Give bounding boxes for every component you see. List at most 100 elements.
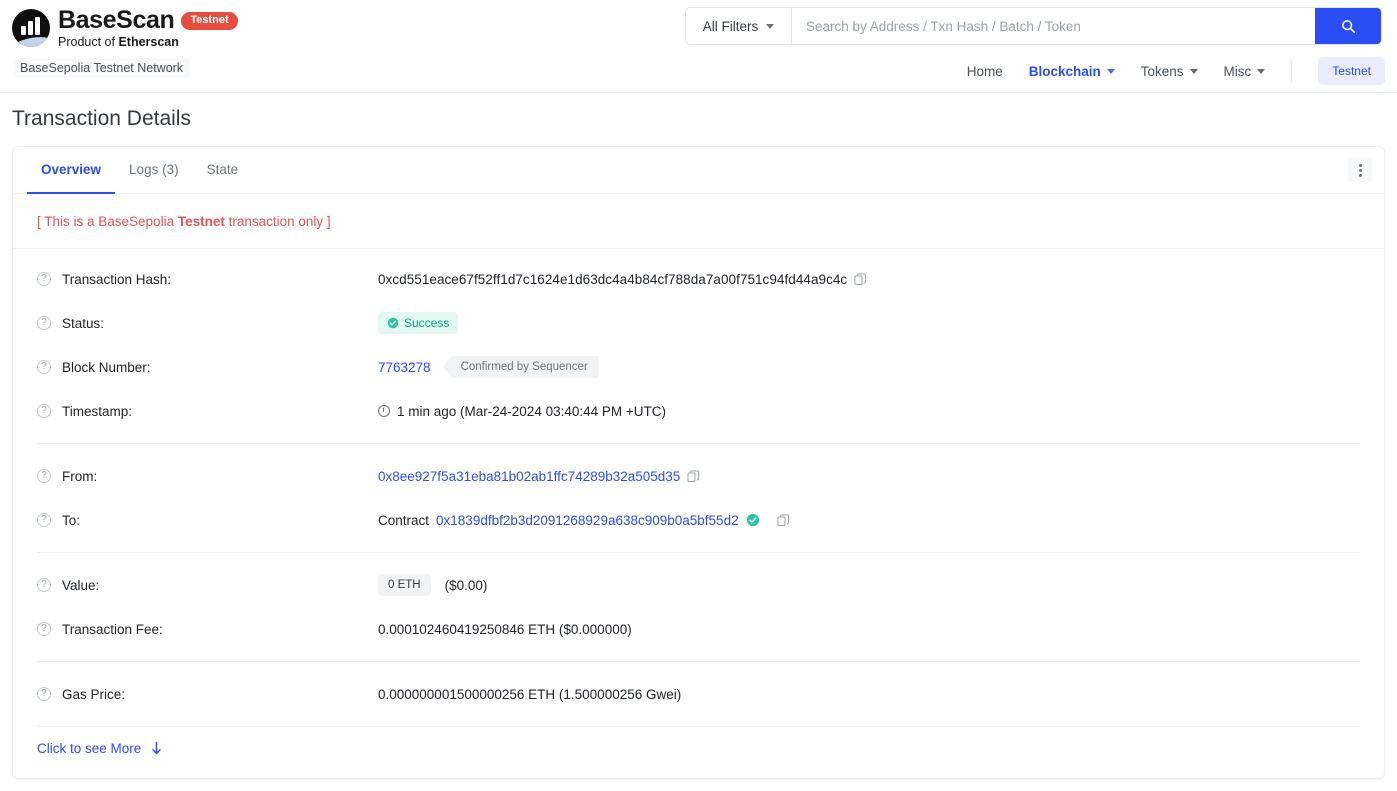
nav-item-tokens[interactable]: Tokens <box>1141 64 1198 79</box>
label-text: To: <box>62 512 81 528</box>
brand-subtitle: Product of Etherscan <box>58 36 238 49</box>
site-header: BaseScan Testnet Product of Etherscan Ba… <box>0 0 1397 93</box>
tab-logs[interactable]: Logs (3) <box>115 147 193 193</box>
search-input[interactable] <box>792 8 1315 44</box>
status-label: Success <box>404 316 450 330</box>
row-label-transaction-hash: ? Transaction Hash: <box>37 272 378 287</box>
network-label: BaseSepolia Testnet Network <box>14 58 190 78</box>
chevron-down-icon <box>1189 68 1198 74</box>
help-icon[interactable]: ? <box>37 360 51 374</box>
clock-icon <box>378 405 390 417</box>
label-text: Status: <box>62 315 105 331</box>
nav-item-home[interactable]: Home <box>967 64 1003 79</box>
search-bar: All Filters <box>685 7 1382 45</box>
help-icon[interactable]: ? <box>37 404 51 418</box>
nav-item-blockchain[interactable]: Blockchain <box>1029 64 1115 79</box>
nav-item-blockchain-label: Blockchain <box>1028 63 1101 79</box>
testnet-notice: [ This is a BaseSepolia Testnet transact… <box>13 194 1384 249</box>
block-number-link[interactable]: 7763278 <box>378 360 431 375</box>
help-icon[interactable]: ? <box>37 513 51 527</box>
search-icon <box>1341 19 1355 33</box>
testnet-notice-suffix: transaction only ] <box>224 214 331 229</box>
row-value-value: 0 ETH ($0.00) <box>378 574 487 596</box>
from-address-link[interactable]: 0x8ee927f5a31eba81b02ab1ffc74289b32a505d… <box>378 469 680 484</box>
row-value-status: Success <box>378 312 459 334</box>
row-transaction-fee: ? Transaction Fee: 0.000102460419250846 … <box>37 607 1360 651</box>
nav-item-tokens-label: Tokens <box>1140 63 1184 79</box>
row-gas-price: ? Gas Price: 0.000000001500000256 ETH (1… <box>37 672 1360 716</box>
row-to: ? To: Contract 0x1839dfbf2b3d2091268929a… <box>37 498 1360 542</box>
gas-price-value: 0.000000001500000256 ETH (1.500000256 Gw… <box>378 686 682 702</box>
transaction-fee-value: 0.000102460419250846 ETH ($0.000000) <box>378 621 632 637</box>
row-from: ? From: 0x8ee927f5a31eba81b02ab1ffc74289… <box>37 454 1360 498</box>
section-divider <box>37 443 1360 444</box>
kebab-menu-icon[interactable] <box>1348 158 1372 182</box>
copy-icon[interactable] <box>777 513 790 527</box>
copy-icon[interactable] <box>854 272 867 286</box>
row-value-gas-price: 0.000000001500000256 ETH (1.500000256 Gw… <box>378 687 681 702</box>
help-icon[interactable]: ? <box>37 687 51 701</box>
row-label-timestamp: ? Timestamp: <box>37 404 378 419</box>
row-label-from: ? From: <box>37 469 378 484</box>
timestamp-value: 1 min ago (Mar-24-2024 03:40:44 PM +UTC) <box>397 403 666 419</box>
brand-name: BaseScan <box>58 6 175 34</box>
value-eth-badge: 0 ETH <box>378 574 431 596</box>
nav-item-home-label: Home <box>966 63 1003 79</box>
label-text: Transaction Hash: <box>62 271 172 287</box>
tab-state[interactable]: State <box>193 147 253 193</box>
chevron-down-icon <box>766 23 775 29</box>
brand-subtitle-prefix: Product of <box>58 35 119 49</box>
row-value-transaction-fee: 0.000102460419250846 ETH ($0.000000) <box>378 622 632 637</box>
row-timestamp: ? Timestamp: 1 min ago (Mar-24-2024 03:4… <box>37 389 1360 433</box>
section-divider <box>37 661 1360 662</box>
row-status: ? Status: Success <box>37 301 1360 345</box>
check-circle-icon <box>387 317 399 329</box>
verified-contract-icon <box>746 513 759 527</box>
row-label-status: ? Status: <box>37 316 378 331</box>
row-value-to: Contract 0x1839dfbf2b3d2091268929a638c90… <box>378 513 790 528</box>
contract-prefix-label: Contract <box>378 512 430 528</box>
row-value-amount: ? Value: 0 ETH ($0.00) <box>37 563 1360 607</box>
network-switch-button[interactable]: Testnet <box>1318 57 1385 85</box>
to-contract-link[interactable]: 0x1839dfbf2b3d2091268929a638c909b0a5bf55… <box>436 513 739 528</box>
testnet-notice-strong: Testnet <box>177 214 225 229</box>
page-title: Transaction Details <box>12 107 191 130</box>
brand-logo[interactable]: BaseScan Testnet Product of Etherscan <box>12 8 238 49</box>
tab-bar: Overview Logs (3) State <box>13 147 1384 194</box>
row-label-transaction-fee: ? Transaction Fee: <box>37 622 378 637</box>
row-label-block-number: ? Block Number: <box>37 360 378 375</box>
basescan-logo-icon <box>12 9 50 47</box>
sequencer-badge: Confirmed by Sequencer <box>442 356 599 378</box>
main-nav: Home Blockchain Tokens Misc Testnet <box>967 57 1385 85</box>
row-label-gas-price: ? Gas Price: <box>37 687 378 702</box>
brand-testnet-badge: Testnet <box>181 11 238 30</box>
click-to-see-more-link[interactable]: Click to see More <box>37 741 163 756</box>
row-transaction-hash: ? Transaction Hash: 0xcd551eace67f52ff1d… <box>37 257 1360 301</box>
search-button[interactable] <box>1315 8 1381 44</box>
status-badge: Success <box>378 312 459 334</box>
brand-subtitle-etherscan: Etherscan <box>118 35 179 49</box>
help-icon[interactable]: ? <box>37 622 51 636</box>
copy-icon[interactable] <box>687 469 700 483</box>
all-filters-label: All Filters <box>702 18 759 34</box>
row-value-transaction-hash: 0xcd551eace67f52ff1d7c1624e1d63dc4a4b84c… <box>378 272 867 287</box>
nav-item-misc[interactable]: Misc <box>1224 64 1266 79</box>
value-fiat: ($0.00) <box>444 577 488 593</box>
help-icon[interactable]: ? <box>37 578 51 592</box>
row-value-from: 0x8ee927f5a31eba81b02ab1ffc74289b32a505d… <box>378 469 700 484</box>
all-filters-dropdown[interactable]: All Filters <box>686 8 792 44</box>
label-text: Transaction Fee: <box>62 621 163 637</box>
arrow-down-icon <box>152 741 162 755</box>
help-icon[interactable]: ? <box>37 469 51 483</box>
testnet-notice-prefix: [ This is a BaseSepolia <box>37 214 178 229</box>
transaction-hash-value: 0xcd551eace67f52ff1d7c1624e1d63dc4a4b84c… <box>378 271 848 287</box>
row-label-to: ? To: <box>37 513 378 528</box>
details-rows: ? Transaction Hash: 0xcd551eace67f52ff1d… <box>13 257 1384 727</box>
row-label-value: ? Value: <box>37 578 378 593</box>
tab-overview[interactable]: Overview <box>27 147 116 194</box>
help-icon[interactable]: ? <box>37 316 51 330</box>
label-text: From: <box>62 468 98 484</box>
row-value-timestamp: 1 min ago (Mar-24-2024 03:40:44 PM +UTC) <box>378 404 666 419</box>
row-block-number: ? Block Number: 7763278 Confirmed by Seq… <box>37 345 1360 389</box>
help-icon[interactable]: ? <box>37 272 51 286</box>
